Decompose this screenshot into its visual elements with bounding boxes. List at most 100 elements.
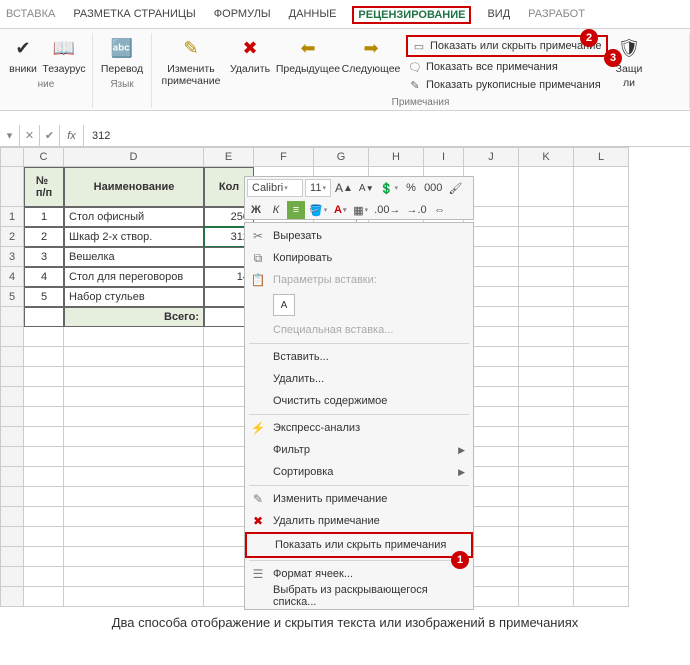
ctx-cut[interactable]: ✂Вырезать — [245, 225, 473, 247]
spellcheck-button[interactable]: ✔ вники — [6, 33, 40, 77]
col-K[interactable]: K — [519, 147, 574, 167]
cell-name[interactable]: Шкаф 2-х створ. — [64, 227, 204, 247]
cell[interactable] — [519, 327, 574, 347]
ctx-edit-comment[interactable]: ✎Изменить примечание — [245, 488, 473, 510]
translate-button[interactable]: 🔤 Перевод — [99, 33, 145, 77]
ctx-format-cells[interactable]: ☰Формат ячеек... — [245, 563, 473, 585]
cell[interactable] — [64, 407, 204, 427]
cell[interactable] — [24, 367, 64, 387]
cell-name[interactable]: Набор стульев — [64, 287, 204, 307]
cell-name[interactable]: Стол для переговоров — [64, 267, 204, 287]
cell[interactable] — [574, 167, 629, 207]
cell[interactable] — [519, 587, 574, 607]
cell[interactable] — [574, 427, 629, 447]
cell[interactable] — [24, 407, 64, 427]
cell[interactable] — [24, 547, 64, 567]
cell[interactable] — [519, 527, 574, 547]
col-I[interactable]: I — [424, 147, 464, 167]
cell[interactable] — [574, 267, 629, 287]
row-header[interactable] — [0, 487, 24, 507]
row-header[interactable] — [0, 387, 24, 407]
col-E[interactable]: E — [204, 147, 254, 167]
cell[interactable] — [24, 447, 64, 467]
cell[interactable] — [574, 527, 629, 547]
font-size-select[interactable]: 11 — [305, 179, 331, 197]
cell[interactable] — [574, 347, 629, 367]
cell[interactable] — [24, 387, 64, 407]
font-color-button[interactable]: A — [331, 201, 349, 219]
tab-page-layout[interactable]: РАЗМЕТКА СТРАНИЦЫ — [71, 6, 197, 24]
format-painter-icon[interactable]: 🖌 — [446, 179, 464, 197]
tab-insert[interactable]: ВСТАВКА — [4, 6, 57, 24]
cell[interactable] — [574, 307, 629, 327]
cell-num[interactable]: 2 — [24, 227, 64, 247]
cell[interactable] — [24, 527, 64, 547]
tab-view[interactable]: ВИД — [485, 6, 512, 24]
cell[interactable] — [519, 547, 574, 567]
row-5-header[interactable]: 5 — [0, 287, 24, 307]
show-all-comments-button[interactable]: 🗨 Показать все примечания — [406, 59, 608, 75]
formula-bar-confirm[interactable]: ✔ — [40, 125, 60, 146]
cell[interactable] — [574, 467, 629, 487]
cell[interactable] — [64, 427, 204, 447]
cell[interactable] — [24, 487, 64, 507]
formula-value[interactable]: 312 — [84, 130, 110, 142]
cell[interactable] — [519, 387, 574, 407]
increase-font-button[interactable]: A▲ — [333, 179, 355, 197]
row-header[interactable] — [0, 507, 24, 527]
cell[interactable] — [574, 387, 629, 407]
cell[interactable] — [64, 547, 204, 567]
cell[interactable] — [519, 247, 574, 267]
ctx-dropdown-list[interactable]: Выбрать из раскрывающегося списка... — [245, 585, 473, 607]
borders-button[interactable]: ▦ — [351, 201, 370, 219]
ctx-delete[interactable]: Удалить... — [245, 368, 473, 390]
ctx-sort[interactable]: Сортировка▶ — [245, 461, 473, 483]
cell[interactable] — [24, 327, 64, 347]
cell[interactable] — [519, 427, 574, 447]
tab-developer[interactable]: РАЗРАБОТ — [526, 6, 587, 24]
paste-option-values[interactable]: A — [273, 294, 295, 316]
cell[interactable] — [519, 467, 574, 487]
cell-num[interactable]: 4 — [24, 267, 64, 287]
decrease-decimal-button[interactable]: →.0 — [404, 201, 428, 219]
formula-bar-cancel[interactable]: ✕ — [20, 125, 40, 146]
cell-name[interactable]: Вешелка — [64, 247, 204, 267]
row-header[interactable] — [0, 587, 24, 607]
cell[interactable] — [24, 587, 64, 607]
row-header[interactable] — [0, 547, 24, 567]
cell[interactable] — [574, 247, 629, 267]
cell[interactable] — [519, 307, 574, 327]
italic-button[interactable]: К — [267, 201, 285, 219]
ctx-insert[interactable]: Вставить... — [245, 346, 473, 368]
cell[interactable] — [24, 467, 64, 487]
col-H[interactable]: H — [369, 147, 424, 167]
cell[interactable] — [574, 507, 629, 527]
cell[interactable] — [574, 547, 629, 567]
col-C[interactable]: C — [24, 147, 64, 167]
cell[interactable] — [519, 287, 574, 307]
cell[interactable] — [574, 367, 629, 387]
cell-name[interactable]: Стол офисный — [64, 207, 204, 227]
cell[interactable] — [24, 307, 64, 327]
ctx-delete-comment[interactable]: ✖Удалить примечание — [245, 510, 473, 532]
row-4-header[interactable]: 4 — [0, 267, 24, 287]
cell[interactable] — [24, 347, 64, 367]
cell[interactable] — [519, 347, 574, 367]
cell[interactable] — [519, 447, 574, 467]
percent-button[interactable]: % — [402, 179, 420, 197]
cell[interactable] — [64, 367, 204, 387]
cell[interactable] — [519, 407, 574, 427]
cell[interactable] — [519, 167, 574, 207]
decrease-font-button[interactable]: A▼ — [357, 179, 376, 197]
currency-icon[interactable]: 💲 — [378, 179, 400, 197]
cell-num[interactable]: 5 — [24, 287, 64, 307]
merge-button[interactable]: ⇔ — [431, 201, 449, 219]
row-header-blank[interactable] — [0, 167, 24, 207]
tab-formulas[interactable]: ФОРМУЛЫ — [212, 6, 273, 24]
cell[interactable] — [64, 467, 204, 487]
cell[interactable] — [64, 587, 204, 607]
edit-comment-button[interactable]: ✎ Изменить примечание — [158, 33, 224, 89]
cell[interactable] — [64, 447, 204, 467]
cell[interactable] — [574, 447, 629, 467]
cell[interactable] — [519, 267, 574, 287]
